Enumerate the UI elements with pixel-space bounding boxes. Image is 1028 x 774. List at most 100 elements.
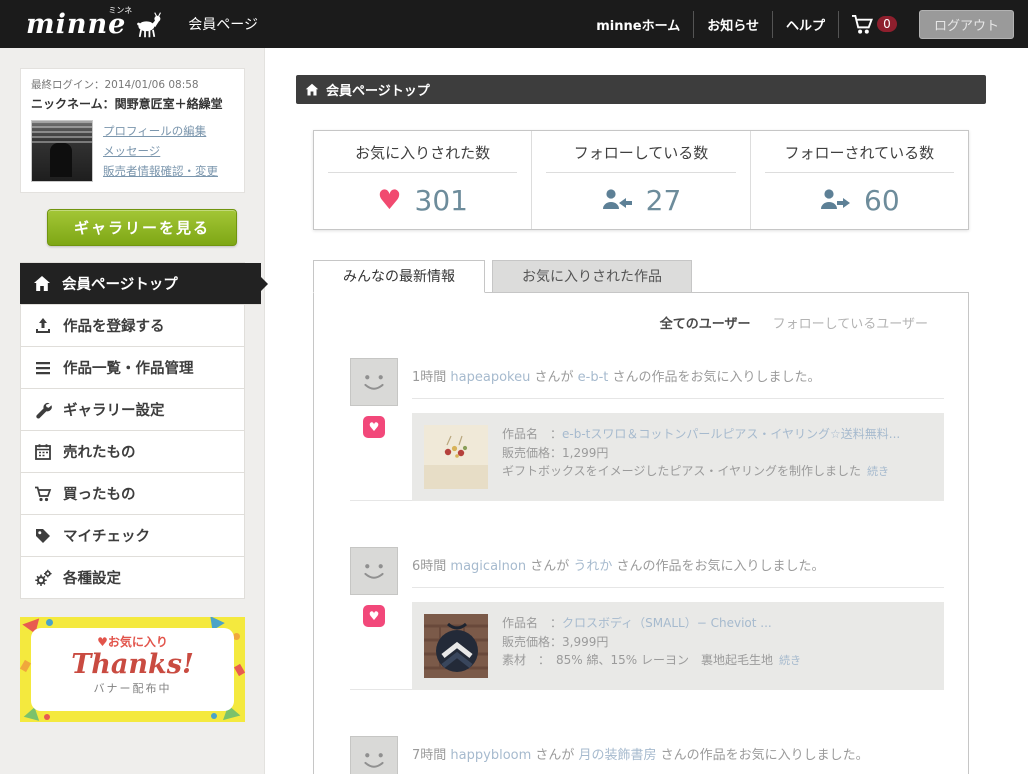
- logo-area: ミンネ minne 会員ページ: [26, 6, 258, 40]
- stats-box: お気に入りされた数 ♥ 301 フォローしている数 27 フォローされている数 …: [313, 130, 969, 230]
- sidebar-item-label: 作品一覧・作品管理: [63, 361, 194, 377]
- main-content: 会員ページトップ お気に入りされた数 ♥ 301 フォローしている数 27 フォ…: [265, 48, 1028, 774]
- user-avatar[interactable]: [350, 358, 398, 406]
- nav-minne-home[interactable]: minneホーム: [583, 10, 695, 38]
- feed-item: ♥ 6時間 magicalnon さんが うれか さんの作品をお気に入りしました…: [350, 547, 944, 690]
- filter-all-users[interactable]: 全てのユーザー: [660, 317, 751, 332]
- profile-photo: [31, 120, 93, 182]
- home-icon: [305, 83, 319, 95]
- confetti-shape: [46, 619, 53, 626]
- messages-link[interactable]: メッセージ: [103, 143, 218, 159]
- thanks-banner[interactable]: ♥お気に入り Thanks! バナー配布中: [20, 617, 245, 722]
- feed-time: 1時間: [412, 370, 447, 385]
- work-name-link[interactable]: クロスボディ（SMALL）− Cheviot ...: [562, 616, 772, 630]
- confetti-shape: [44, 714, 50, 720]
- feed-user-link[interactable]: hapeapokeu: [450, 370, 530, 385]
- nav-help[interactable]: ヘルプ: [773, 10, 839, 38]
- banner-subtitle: バナー配布中: [93, 682, 172, 695]
- feed-target-link[interactable]: e-b-t: [578, 370, 609, 385]
- more-link[interactable]: 続き: [867, 465, 889, 478]
- item-thumbnail[interactable]: [424, 425, 488, 489]
- work-name-link[interactable]: e-b-tスワロ＆コットンパールピアス・イヤリング☆送料無料...: [562, 427, 900, 441]
- feed-time: 7時間: [412, 748, 447, 763]
- feed-text: さんの作品をお気に入りしました。: [608, 370, 821, 385]
- cart-button[interactable]: 0: [839, 14, 909, 35]
- feed-text: さんが: [526, 559, 574, 574]
- filter-following-users[interactable]: フォローしているユーザー: [773, 317, 928, 332]
- feed-target-link[interactable]: うれか: [573, 559, 612, 574]
- work-price-label: 販売価格：: [502, 445, 563, 460]
- smiley-icon: [364, 753, 384, 768]
- banner-thanks-text: Thanks!: [71, 649, 194, 680]
- banner-inner: ♥お気に入り Thanks! バナー配布中: [31, 628, 234, 711]
- feed-time: 6時間: [412, 559, 447, 574]
- tab-latest-info[interactable]: みんなの最新情報: [313, 260, 485, 293]
- wrench-icon: [36, 402, 52, 418]
- feed-panel: 全てのユーザー フォローしているユーザー ♥ 1時間 hapeapokeu さん…: [313, 292, 969, 774]
- work-name-label: 作品名 ：: [502, 427, 563, 441]
- stat-value: 301: [414, 184, 468, 217]
- stat-value: 27: [645, 184, 682, 217]
- list-icon: [36, 361, 50, 374]
- banner-favorite-text: ♥お気に入り: [97, 635, 168, 649]
- last-login-text: 最終ログイン：2014/01/06 08:58: [31, 79, 199, 91]
- logout-button[interactable]: ログアウト: [918, 9, 1014, 39]
- feed-user-link[interactable]: magicalnon: [450, 559, 526, 574]
- stat-favorited: お気に入りされた数 ♥ 301: [314, 131, 531, 229]
- home-icon: [34, 275, 50, 291]
- gears-icon: [35, 569, 52, 586]
- feed-avatar-column: ♥: [350, 547, 412, 690]
- feed-head-text: 6時間 magicalnon さんが うれか さんの作品をお気に入りしました。: [412, 547, 944, 588]
- user-avatar[interactable]: [350, 547, 398, 595]
- feed-head-text: 7時間 happybloom さんが 月の装飾書房 さんの作品をお気に入りしまし…: [412, 736, 944, 774]
- sidebar-item-label: 会員ページトップ: [62, 277, 178, 293]
- user-avatar[interactable]: [350, 736, 398, 774]
- sidebar-item-member-top[interactable]: 会員ページトップ: [20, 263, 268, 305]
- work-price: 3,999円: [562, 634, 609, 649]
- feed-user-link[interactable]: happybloom: [450, 748, 531, 763]
- view-gallery-button[interactable]: ギャラリーを見る: [47, 209, 237, 246]
- sidebar-item-my-check[interactable]: マイチェック: [21, 515, 244, 557]
- sidebar-item-label: マイチェック: [63, 529, 150, 545]
- edit-profile-link[interactable]: プロフィールの編集: [103, 123, 218, 139]
- feed-avatar-column: ♥: [350, 358, 412, 501]
- profile-card: 最終ログイン：2014/01/06 08:58 ニックネーム：関野意匠室＋絡繰堂…: [20, 68, 245, 193]
- stat-label: フォローしている数: [546, 142, 736, 173]
- feed-head-text: 1時間 hapeapokeu さんが e-b-t さんの作品をお気に入りしました…: [412, 358, 944, 399]
- stat-label: お気に入りされた数: [328, 142, 518, 173]
- work-price: 1,299円: [562, 445, 609, 460]
- feed-target-link[interactable]: 月の装飾書房: [579, 748, 657, 763]
- sidebar-item-register-work[interactable]: 作品を登録する: [21, 305, 244, 347]
- work-description: 素材 ： 85% 綿、15% レーヨン 裏地起毛生地: [502, 653, 773, 667]
- confetti-shape: [211, 713, 217, 719]
- sidebar-item-settings[interactable]: 各種設定: [21, 557, 244, 599]
- tag-icon: [36, 528, 50, 543]
- followers-icon: [821, 188, 850, 209]
- member-page-label: 会員ページ: [188, 17, 258, 33]
- deer-icon: [137, 11, 162, 37]
- sidebar-item-work-list[interactable]: 作品一覧・作品管理: [21, 347, 244, 389]
- work-description: ギフトボックスをイメージしたピアス・イヤリングを制作しました: [502, 464, 862, 478]
- feed-text: さんが: [530, 370, 578, 385]
- cart-count-badge: 0: [876, 16, 897, 32]
- more-link[interactable]: 続き: [779, 654, 801, 667]
- page-title: 会員ページトップ: [326, 84, 430, 99]
- sidebar-item-label: 売れたもの: [63, 445, 136, 461]
- item-thumbnail[interactable]: [424, 614, 488, 678]
- minne-logo[interactable]: ミンネ minne: [26, 6, 132, 40]
- work-price-label: 販売価格：: [502, 634, 563, 649]
- feed-work-box: 作品名 ：クロスボディ（SMALL）− Cheviot ... 販売価格：3,9…: [412, 602, 944, 690]
- work-name-label: 作品名 ：: [502, 616, 563, 630]
- sidebar-item-sold-items[interactable]: 売れたもの: [21, 431, 244, 473]
- sidebar-item-bought-items[interactable]: 買ったもの: [21, 473, 244, 515]
- seller-info-link[interactable]: 販売者情報確認・変更: [103, 163, 218, 179]
- sidebar-item-gallery-settings[interactable]: ギャラリー設定: [21, 389, 244, 431]
- nav-news[interactable]: お知らせ: [694, 10, 773, 38]
- favorite-heart-badge: ♥: [363, 416, 385, 438]
- sidebar-item-label: 買ったもの: [63, 487, 136, 503]
- tab-favorited-works[interactable]: お気に入りされた作品: [492, 260, 692, 293]
- nickname-text: ニックネーム：関野意匠室＋絡繰堂: [31, 97, 223, 111]
- confetti-shape: [233, 633, 240, 640]
- feed-item: ♥ 1時間 hapeapokeu さんが e-b-t さんの作品をお気に入りしま…: [350, 358, 944, 501]
- upload-icon: [36, 317, 50, 333]
